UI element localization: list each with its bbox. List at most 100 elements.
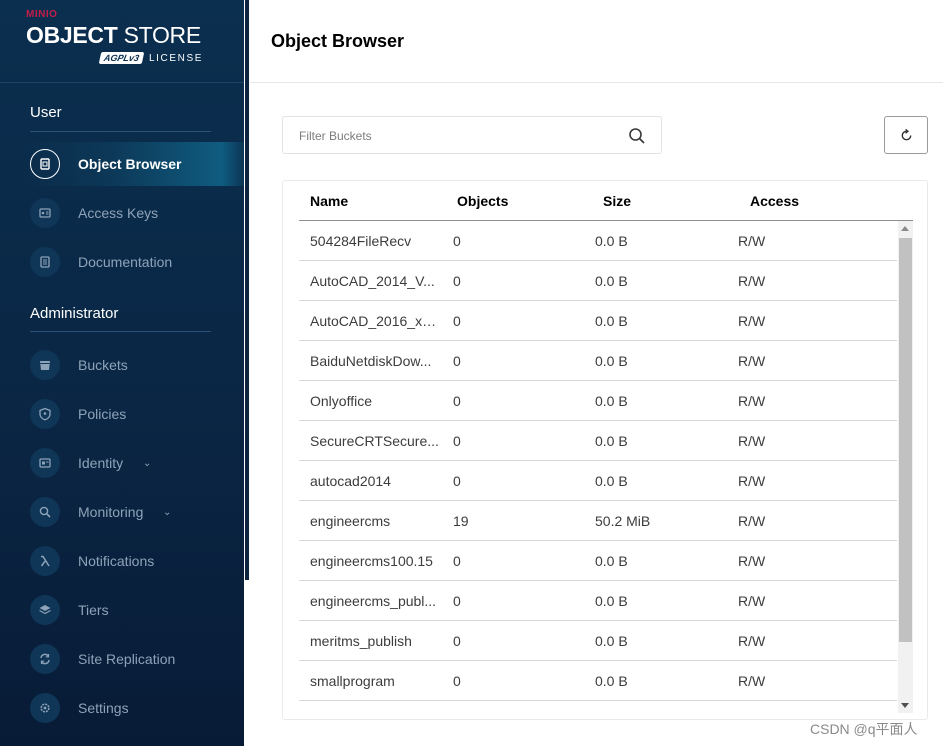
objects-count-cell: 0 [453, 313, 461, 329]
sidebar-scrollbar[interactable] [244, 0, 250, 746]
section-title-user: User [30, 104, 62, 121]
chevron-down-icon[interactable]: ⌄ [163, 507, 171, 518]
bucket-name-cell: smallprogram [310, 673, 395, 689]
sidebar-item-label: Documentation [78, 254, 173, 270]
access-cell: R/W [738, 313, 766, 329]
table-row[interactable]: BaiduNetdiskDow... 0 0.0 B R/W [299, 341, 897, 381]
bucket-name-cell: Onlyoffice [310, 393, 372, 409]
table-header: Name Objects Size Access [299, 181, 913, 221]
table-body: 504284FileRecv 0 0.0 B R/W AutoCAD_2014_V...… [299, 221, 897, 701]
sidebar-item-identity[interactable]: Identity ⌄ [0, 441, 244, 485]
sidebar-item-label: Settings [78, 700, 129, 716]
size-cell: 0.0 B [595, 353, 628, 369]
table-row[interactable]: engineercms100.15 0 0.0 B R/W [299, 541, 897, 581]
scroll-up-arrow-icon[interactable] [901, 226, 909, 231]
bucket-name-cell: engineercms_publ... [310, 593, 437, 609]
objects-count-cell: 0 [453, 433, 461, 449]
bucket-name-cell: 504284FileRecv [310, 233, 412, 249]
table-row[interactable]: engineercms 19 50.2 MiB R/W [299, 501, 897, 541]
policies-icon [30, 399, 60, 429]
sidebar-item-label: Access Keys [78, 205, 159, 221]
logo-minio-text: MINIO [26, 9, 58, 20]
access-cell: R/W [738, 433, 766, 449]
objects-count-cell: 0 [453, 673, 461, 689]
bucket-name-cell: autocad2014 [310, 473, 391, 489]
size-cell: 0.0 B [595, 433, 628, 449]
sidebar-item-documentation[interactable]: Documentation [0, 240, 244, 284]
sidebar-item-monitoring[interactable]: Monitoring ⌄ [0, 490, 244, 534]
table-row[interactable]: engineercms_publ... 0 0.0 B R/W [299, 581, 897, 621]
access-cell: R/W [738, 353, 766, 369]
sidebar-item-policies[interactable]: Policies [0, 392, 244, 436]
search-icon[interactable] [628, 127, 646, 145]
sidebar-item-label: Tiers [78, 602, 109, 618]
license-label: LICENSE [149, 52, 204, 64]
sidebar-item-label: Object Browser [78, 156, 182, 172]
objects-count-cell: 0 [453, 593, 461, 609]
table-row[interactable]: AutoCAD_2016_x6... 0 0.0 B R/W [299, 301, 897, 341]
column-header-objects[interactable]: Objects [457, 193, 508, 209]
size-cell: 0.0 B [595, 593, 628, 609]
column-header-size[interactable]: Size [603, 193, 631, 209]
chevron-down-icon[interactable]: ⌄ [143, 458, 151, 469]
table-row[interactable]: Onlyoffice 0 0.0 B R/W [299, 381, 897, 421]
filter-buckets-input[interactable] [299, 127, 619, 145]
buckets-table: Name Objects Size Access 504284FileRecv 0… [282, 180, 928, 720]
access-cell: R/W [738, 273, 766, 289]
sidebar-item-label: Identity [78, 455, 124, 471]
table-scrollbar[interactable] [898, 221, 913, 713]
sidebar-scrollbar-thumb[interactable] [245, 0, 249, 580]
object-browser-icon [30, 149, 60, 179]
section-divider-administrator [30, 331, 211, 332]
table-row[interactable]: AutoCAD_2014_V... 0 0.0 B R/W [299, 261, 897, 301]
sidebar-item-access-keys[interactable]: Access Keys [0, 191, 244, 235]
settings-icon [30, 693, 60, 723]
bucket-name-cell: BaiduNetdiskDow... [310, 353, 432, 369]
table-row[interactable]: smallprogram 0 0.0 B R/W [299, 661, 897, 701]
sidebar-item-tiers[interactable]: Tiers [0, 588, 244, 632]
column-header-access[interactable]: Access [750, 193, 799, 209]
sidebar-item-label: Site Replication [78, 651, 176, 667]
page-title: Object Browser [271, 31, 405, 51]
table-row[interactable]: 504284FileRecv 0 0.0 B R/W [299, 221, 897, 261]
access-cell: R/W [738, 393, 766, 409]
size-cell: 0.0 B [595, 473, 628, 489]
access-cell: R/W [738, 233, 766, 249]
identity-icon [30, 448, 60, 478]
table-row[interactable]: SecureCRTSecure... 0 0.0 B R/W [299, 421, 897, 461]
objects-count-cell: 0 [453, 353, 461, 369]
sidebar-item-label: Monitoring [78, 504, 144, 520]
minio-logo[interactable]: MINIO OBJECT STORE AGPLv3 LICENSE [26, 10, 216, 70]
section-title-administrator: Administrator [30, 305, 119, 322]
refresh-button[interactable] [884, 116, 928, 154]
objects-count-cell: 0 [453, 553, 461, 569]
sidebar-item-buckets[interactable]: Buckets [0, 343, 244, 387]
objects-count-cell: 0 [453, 393, 461, 409]
site-replication-icon [30, 644, 60, 674]
access-cell: R/W [738, 473, 766, 489]
filter-buckets-field[interactable] [282, 116, 662, 154]
sidebar-item-notifications[interactable]: Notifications [0, 539, 244, 583]
size-cell: 0.0 B [595, 673, 628, 689]
column-header-name[interactable]: Name [310, 193, 348, 209]
scroll-down-arrow-icon[interactable] [901, 703, 909, 708]
sidebar-item-object-browser[interactable]: Object Browser [22, 142, 244, 186]
access-keys-icon [30, 198, 60, 228]
buckets-icon [30, 350, 60, 380]
size-cell: 0.0 B [595, 273, 628, 289]
table-row[interactable]: meritms_publish 0 0.0 B R/W [299, 621, 897, 661]
table-scrollbar-thumb[interactable] [899, 238, 912, 642]
section-divider-user [30, 131, 211, 132]
size-cell: 0.0 B [595, 233, 628, 249]
page-header: Object Browser [250, 0, 943, 83]
size-cell: 0.0 B [595, 633, 628, 649]
sidebar-item-settings[interactable]: Settings [0, 686, 244, 730]
size-cell: 0.0 B [595, 553, 628, 569]
size-cell: 50.2 MiB [595, 513, 651, 529]
table-row[interactable]: autocad2014 0 0.0 B R/W [299, 461, 897, 501]
sidebar-item-site-replication[interactable]: Site Replication [0, 637, 244, 681]
objects-count-cell: 0 [453, 633, 461, 649]
sidebar-item-label: Policies [78, 406, 127, 422]
bucket-name-cell: engineercms100.15 [310, 553, 433, 569]
size-cell: 0.0 B [595, 393, 628, 409]
